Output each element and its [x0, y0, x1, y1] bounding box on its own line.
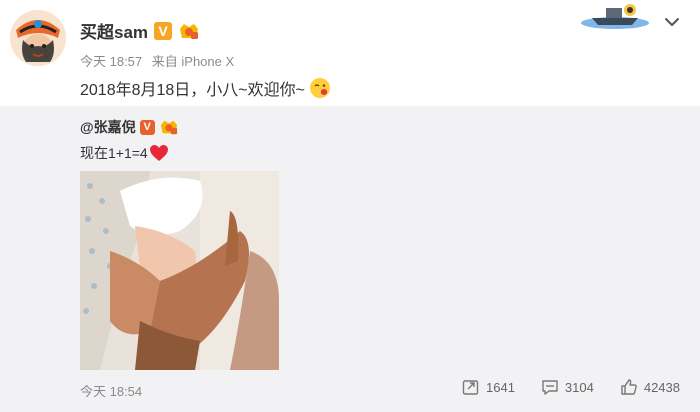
original-author-row: @张嘉倪 V	[80, 117, 179, 137]
author-avatar[interactable]	[10, 10, 66, 66]
comment-count: 3104	[564, 379, 594, 395]
post-time[interactable]: 今天 18:57	[80, 54, 142, 69]
original-verified-badge: V	[139, 119, 155, 135]
original-text-content: 现在1+1=4	[80, 145, 148, 161]
verified-badge: V	[154, 21, 173, 40]
repost-button[interactable]: 1641	[462, 378, 515, 396]
pirate-avatar-icon	[10, 10, 66, 66]
like-button[interactable]: 42438	[620, 378, 680, 396]
author-name[interactable]: 买超sam	[80, 18, 148, 43]
post-source: 来自 iPhone X	[151, 54, 235, 69]
weibo-post: 买超sam V 今天 18:57 来自 iPhone X 2018年8月18日，…	[0, 0, 700, 412]
level-badge-icon	[180, 23, 199, 39]
post-text-content: 2018年8月18日，小八~欢迎你~	[80, 82, 305, 99]
repost-icon	[462, 380, 479, 395]
comment-button[interactable]: 3104	[541, 378, 594, 396]
heart-emoji-icon	[149, 145, 168, 161]
post-text: 2018年8月18日，小八~欢迎你~	[80, 76, 331, 100]
thumbs-up-icon	[621, 379, 637, 395]
original-time[interactable]: 今天 18:54	[80, 381, 142, 400]
comment-icon	[542, 380, 558, 395]
boat-icon	[581, 4, 649, 29]
action-bar: 1641 3104 42438	[462, 378, 680, 396]
photo-image	[80, 171, 279, 370]
original-text: 现在1+1=4	[80, 143, 169, 163]
repost-count: 1641	[486, 379, 515, 395]
baby-hands-photo[interactable]	[80, 171, 279, 370]
level-badge-icon	[160, 120, 177, 135]
author-row: 买超sam V	[80, 18, 200, 43]
original-author-name[interactable]: @张嘉倪	[80, 117, 136, 137]
chevron-down-icon[interactable]	[664, 14, 680, 30]
like-count: 42438	[643, 379, 680, 395]
post-meta: 今天 18:57 来自 iPhone X	[80, 51, 234, 70]
kiss-emoji-icon	[309, 78, 330, 98]
